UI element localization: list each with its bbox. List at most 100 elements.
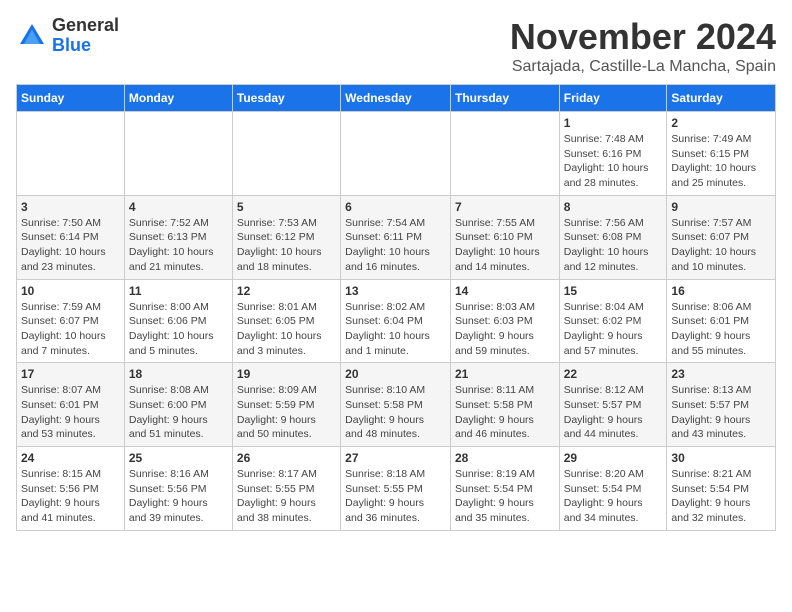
- weekday-header-wednesday: Wednesday: [341, 85, 451, 112]
- day-info: Sunrise: 8:00 AM Sunset: 6:06 PM Dayligh…: [129, 300, 228, 359]
- calendar-cell: 6 Sunrise: 7:54 AM Sunset: 6:11 PM Daylig…: [341, 195, 451, 279]
- calendar-cell: 26 Sunrise: 8:17 AM Sunset: 5:55 PM Dayli…: [232, 447, 340, 531]
- day-info: Sunrise: 8:21 AM Sunset: 5:54 PM Dayligh…: [671, 467, 771, 526]
- weekday-header-thursday: Thursday: [450, 85, 559, 112]
- calendar-cell: 16 Sunrise: 8:06 AM Sunset: 6:01 PM Dayli…: [667, 279, 776, 363]
- day-number: 30: [671, 451, 771, 465]
- calendar-cell: 2 Sunrise: 7:49 AM Sunset: 6:15 PM Daylig…: [667, 112, 776, 196]
- week-row-5: 24Sunrise: 8:15 AM Sunset: 5:56 PM Dayli…: [17, 447, 776, 531]
- day-info: Sunrise: 8:11 AM Sunset: 5:58 PM Dayligh…: [455, 383, 555, 442]
- week-row-4: 17Sunrise: 8:07 AM Sunset: 6:01 PM Dayli…: [17, 363, 776, 447]
- day-number: 29: [564, 451, 663, 465]
- day-number: 6: [345, 200, 446, 214]
- day-number: 9: [671, 200, 771, 214]
- calendar-cell: 21 Sunrise: 8:11 AM Sunset: 5:58 PM Dayli…: [450, 363, 559, 447]
- weekday-header-friday: Friday: [559, 85, 667, 112]
- day-number: 16: [671, 284, 771, 298]
- day-info: Sunrise: 8:01 AM Sunset: 6:05 PM Dayligh…: [237, 300, 336, 359]
- day-info: Sunrise: 8:19 AM Sunset: 5:54 PM Dayligh…: [455, 467, 555, 526]
- day-info: Sunrise: 8:09 AM Sunset: 5:59 PM Dayligh…: [237, 383, 336, 442]
- calendar-cell: 13 Sunrise: 8:02 AM Sunset: 6:04 PM Dayli…: [341, 279, 451, 363]
- calendar-cell: 7 Sunrise: 7:55 AM Sunset: 6:10 PM Daylig…: [450, 195, 559, 279]
- day-info: Sunrise: 7:53 AM Sunset: 6:12 PM Dayligh…: [237, 216, 336, 275]
- weekday-header-row: SundayMondayTuesdayWednesdayThursdayFrid…: [17, 85, 776, 112]
- title-section: November 2024 Sartajada, Castille-La Man…: [510, 16, 776, 76]
- day-info: Sunrise: 8:15 AM Sunset: 5:56 PM Dayligh…: [21, 467, 120, 526]
- calendar-cell: 5Sunrise: 7:53 AM Sunset: 6:12 PM Daylig…: [232, 195, 340, 279]
- calendar-cell: 29 Sunrise: 8:20 AM Sunset: 5:54 PM Dayli…: [559, 447, 667, 531]
- day-info: Sunrise: 8:20 AM Sunset: 5:54 PM Dayligh…: [564, 467, 663, 526]
- calendar-cell: 20 Sunrise: 8:10 AM Sunset: 5:58 PM Dayli…: [341, 363, 451, 447]
- calendar-cell: 12 Sunrise: 8:01 AM Sunset: 6:05 PM Dayli…: [232, 279, 340, 363]
- calendar-cell: 24Sunrise: 8:15 AM Sunset: 5:56 PM Dayli…: [17, 447, 125, 531]
- day-number: 8: [564, 200, 663, 214]
- day-number: 27: [345, 451, 446, 465]
- calendar-cell: [450, 112, 559, 196]
- day-number: 10: [21, 284, 120, 298]
- calendar-cell: [124, 112, 232, 196]
- day-number: 25: [129, 451, 228, 465]
- calendar-cell: 19 Sunrise: 8:09 AM Sunset: 5:59 PM Dayli…: [232, 363, 340, 447]
- day-info: Sunrise: 8:06 AM Sunset: 6:01 PM Dayligh…: [671, 300, 771, 359]
- day-info: Sunrise: 7:54 AM Sunset: 6:11 PM Dayligh…: [345, 216, 446, 275]
- day-number: 4: [129, 200, 228, 214]
- day-number: 26: [237, 451, 336, 465]
- day-number: 1: [564, 116, 663, 130]
- calendar-cell: 1Sunrise: 7:48 AM Sunset: 6:16 PM Daylig…: [559, 112, 667, 196]
- logo-general-text: General: [52, 16, 119, 36]
- calendar-cell: 23 Sunrise: 8:13 AM Sunset: 5:57 PM Dayli…: [667, 363, 776, 447]
- weekday-header-saturday: Saturday: [667, 85, 776, 112]
- page-header: General Blue November 2024 Sartajada, Ca…: [16, 16, 776, 76]
- calendar-cell: 11 Sunrise: 8:00 AM Sunset: 6:06 PM Dayli…: [124, 279, 232, 363]
- day-number: 23: [671, 367, 771, 381]
- day-info: Sunrise: 8:16 AM Sunset: 5:56 PM Dayligh…: [129, 467, 228, 526]
- day-number: 20: [345, 367, 446, 381]
- weekday-header-monday: Monday: [124, 85, 232, 112]
- logo-blue-text: Blue: [52, 36, 119, 56]
- day-number: 12: [237, 284, 336, 298]
- calendar-cell: 18Sunrise: 8:08 AM Sunset: 6:00 PM Dayli…: [124, 363, 232, 447]
- week-row-2: 3Sunrise: 7:50 AM Sunset: 6:14 PM Daylig…: [17, 195, 776, 279]
- calendar-cell: 10 Sunrise: 7:59 AM Sunset: 6:07 PM Dayli…: [17, 279, 125, 363]
- day-number: 2: [671, 116, 771, 130]
- day-info: Sunrise: 7:55 AM Sunset: 6:10 PM Dayligh…: [455, 216, 555, 275]
- calendar-cell: 9 Sunrise: 7:57 AM Sunset: 6:07 PM Daylig…: [667, 195, 776, 279]
- day-info: Sunrise: 8:02 AM Sunset: 6:04 PM Dayligh…: [345, 300, 446, 359]
- weekday-header-tuesday: Tuesday: [232, 85, 340, 112]
- calendar-table: SundayMondayTuesdayWednesdayThursdayFrid…: [16, 84, 776, 531]
- day-number: 13: [345, 284, 446, 298]
- calendar-cell: 28 Sunrise: 8:19 AM Sunset: 5:54 PM Dayli…: [450, 447, 559, 531]
- day-number: 11: [129, 284, 228, 298]
- day-info: Sunrise: 7:59 AM Sunset: 6:07 PM Dayligh…: [21, 300, 120, 359]
- month-title: November 2024: [510, 16, 776, 58]
- day-number: 19: [237, 367, 336, 381]
- day-info: Sunrise: 7:56 AM Sunset: 6:08 PM Dayligh…: [564, 216, 663, 275]
- calendar-cell: [341, 112, 451, 196]
- day-info: Sunrise: 7:50 AM Sunset: 6:14 PM Dayligh…: [21, 216, 120, 275]
- calendar-cell: 15Sunrise: 8:04 AM Sunset: 6:02 PM Dayli…: [559, 279, 667, 363]
- logo: General Blue: [16, 16, 119, 56]
- day-number: 21: [455, 367, 555, 381]
- calendar-cell: 30 Sunrise: 8:21 AM Sunset: 5:54 PM Dayli…: [667, 447, 776, 531]
- day-info: Sunrise: 7:57 AM Sunset: 6:07 PM Dayligh…: [671, 216, 771, 275]
- day-number: 17: [21, 367, 120, 381]
- day-number: 28: [455, 451, 555, 465]
- week-row-1: 1Sunrise: 7:48 AM Sunset: 6:16 PM Daylig…: [17, 112, 776, 196]
- calendar-cell: 3Sunrise: 7:50 AM Sunset: 6:14 PM Daylig…: [17, 195, 125, 279]
- day-info: Sunrise: 8:17 AM Sunset: 5:55 PM Dayligh…: [237, 467, 336, 526]
- calendar-cell: [17, 112, 125, 196]
- day-info: Sunrise: 8:03 AM Sunset: 6:03 PM Dayligh…: [455, 300, 555, 359]
- day-info: Sunrise: 7:52 AM Sunset: 6:13 PM Dayligh…: [129, 216, 228, 275]
- day-info: Sunrise: 8:10 AM Sunset: 5:58 PM Dayligh…: [345, 383, 446, 442]
- week-row-3: 10 Sunrise: 7:59 AM Sunset: 6:07 PM Dayli…: [17, 279, 776, 363]
- day-info: Sunrise: 8:13 AM Sunset: 5:57 PM Dayligh…: [671, 383, 771, 442]
- calendar-cell: [232, 112, 340, 196]
- calendar-cell: 25 Sunrise: 8:16 AM Sunset: 5:56 PM Dayli…: [124, 447, 232, 531]
- calendar-cell: 27Sunrise: 8:18 AM Sunset: 5:55 PM Dayli…: [341, 447, 451, 531]
- day-number: 14: [455, 284, 555, 298]
- day-number: 15: [564, 284, 663, 298]
- day-info: Sunrise: 8:12 AM Sunset: 5:57 PM Dayligh…: [564, 383, 663, 442]
- day-info: Sunrise: 7:49 AM Sunset: 6:15 PM Dayligh…: [671, 132, 771, 191]
- calendar-cell: 4 Sunrise: 7:52 AM Sunset: 6:13 PM Daylig…: [124, 195, 232, 279]
- day-number: 7: [455, 200, 555, 214]
